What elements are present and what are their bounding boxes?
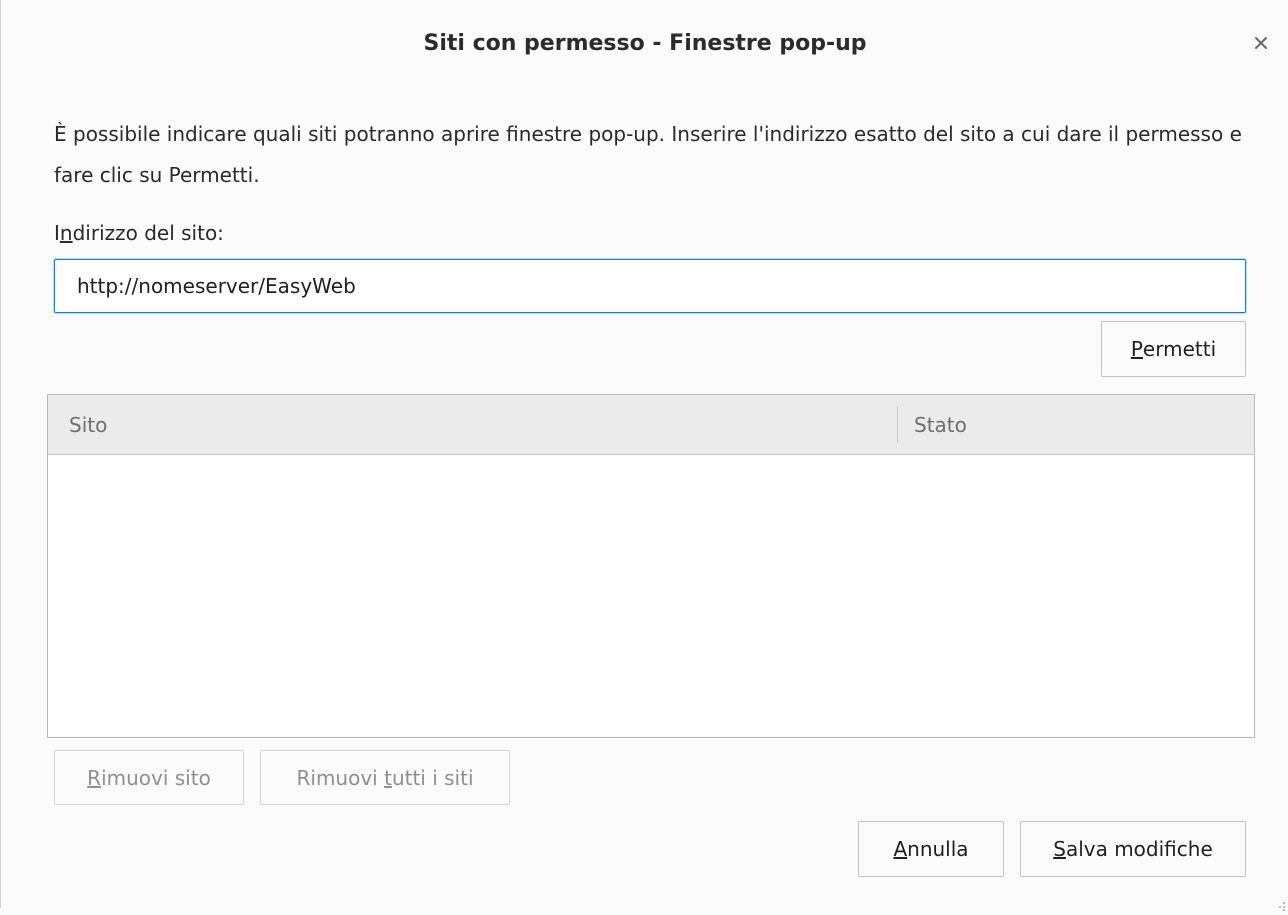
sites-table: Sito Stato xyxy=(47,394,1255,738)
dialog-description: È possibile indicare quali siti potranno… xyxy=(54,122,1242,187)
dialog-titlebar: Siti con permesso - Finestre pop-up xyxy=(1,0,1288,88)
remove-site-button[interactable]: Rimuovi sito xyxy=(54,750,244,805)
save-changes-button[interactable]: Salva modifiche xyxy=(1020,821,1246,877)
permetti-button[interactable]: Permetti xyxy=(1101,321,1246,377)
dialog-title: Siti con permesso - Finestre pop-up xyxy=(423,31,867,56)
column-header-stato[interactable]: Stato xyxy=(897,395,1254,454)
table-body[interactable] xyxy=(48,455,1254,737)
table-header: Sito Stato xyxy=(48,395,1254,455)
resize-grip-icon[interactable] xyxy=(1276,896,1286,911)
remove-all-sites-button[interactable]: Rimuovi t utti i siti xyxy=(260,750,510,805)
column-header-sito[interactable]: Sito xyxy=(48,395,897,454)
cancel-button[interactable]: Annulla xyxy=(858,821,1004,877)
close-icon xyxy=(1254,36,1268,50)
address-label: Indirizzo del sito: xyxy=(54,221,224,245)
close-button[interactable] xyxy=(1247,26,1275,60)
permissions-dialog: Siti con permesso - Finestre pop-up È po… xyxy=(0,0,1288,911)
address-input[interactable] xyxy=(54,259,1246,313)
